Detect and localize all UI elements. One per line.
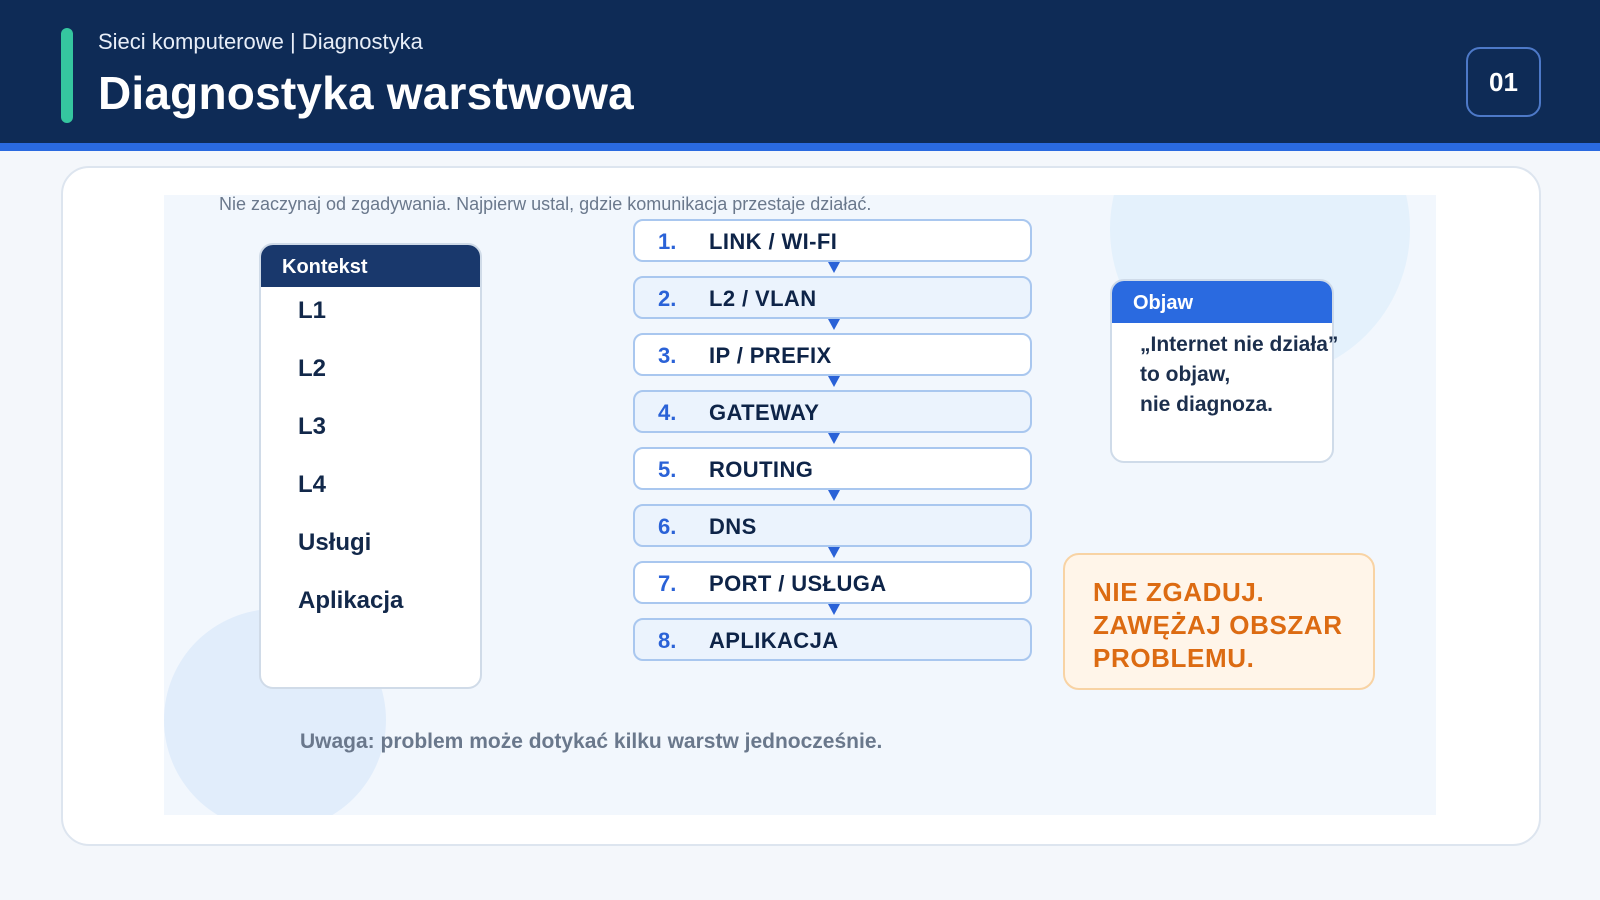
warning-line: NIE ZGADUJ.: [1093, 577, 1265, 607]
step-8: 8. APLIKACJA: [633, 618, 1032, 661]
step-1: 1. LINK / WI-FI: [633, 219, 1032, 262]
arrow-down-icon: [828, 262, 840, 273]
step-number: 5.: [658, 457, 677, 482]
step-label: GATEWAY: [709, 400, 820, 425]
step-number: 2.: [658, 286, 677, 311]
context-heading: Kontekst: [261, 245, 480, 287]
step-label: PORT / USŁUGA: [709, 571, 887, 596]
note-text: Uwaga: problem może dotykać kilku warstw…: [300, 730, 883, 753]
arrow-down-icon: [828, 319, 840, 330]
warning-callout: NIE ZGADUJ. ZAWĘŻAJ OBSZAR PROBLEMU.: [1063, 553, 1375, 690]
step-number: 3.: [658, 343, 677, 368]
intro-text: Nie zaczynaj od zgadywania. Najpierw ust…: [219, 195, 872, 214]
arrow-down-icon: [828, 376, 840, 387]
step-label: ROUTING: [709, 457, 814, 482]
step-label: LINK / WI-FI: [709, 229, 838, 254]
slide-canvas: Nie zaczynaj od zgadywania. Najpierw ust…: [164, 195, 1436, 815]
context-item: L2: [298, 355, 327, 382]
step-number: 4.: [658, 400, 677, 425]
context-item: L1: [298, 297, 327, 324]
arrow-down-icon: [828, 547, 840, 558]
warning-line: ZAWĘŻAJ OBSZAR: [1093, 610, 1343, 640]
step-label: DNS: [709, 514, 757, 539]
context-item: L4: [298, 471, 327, 498]
symptom-panel: Objaw „Internet nie działa” to objaw, ni…: [1110, 279, 1338, 463]
step-number: 1.: [658, 229, 677, 254]
header-stripe: [0, 143, 1600, 151]
breadcrumb: Sieci komputerowe | Diagnostyka: [98, 29, 423, 54]
accent-bar: [61, 28, 73, 123]
step-number: 7.: [658, 571, 677, 596]
step-2: 2. L2 / VLAN: [633, 276, 1032, 319]
arrow-down-icon: [828, 433, 840, 444]
step-label: APLIKACJA: [709, 628, 839, 653]
step-label: L2 / VLAN: [709, 286, 817, 311]
step-7: 7. PORT / USŁUGA: [633, 561, 1032, 604]
slide-number-badge: 01: [1466, 47, 1541, 117]
step-5: 5. ROUTING: [633, 447, 1032, 490]
symptom-line: „Internet nie działa”: [1140, 333, 1339, 356]
step-4: 4. GATEWAY: [633, 390, 1032, 433]
warning-line: PROBLEMU.: [1093, 643, 1255, 673]
step-number: 8.: [658, 628, 677, 653]
context-panel: Kontekst L1 L2 L3 L4 Usługi Aplikacja: [259, 243, 482, 689]
step-6: 6. DNS: [633, 504, 1032, 547]
context-item: Usługi: [298, 529, 372, 556]
symptom-line: to objaw,: [1140, 363, 1231, 386]
step-number: 6.: [658, 514, 677, 539]
step-label: IP / PREFIX: [709, 343, 832, 368]
context-item: Aplikacja: [298, 587, 404, 614]
symptom-line: nie diagnoza.: [1140, 393, 1274, 416]
arrow-down-icon: [828, 490, 840, 501]
arrow-down-icon: [828, 604, 840, 615]
symptom-heading: Objaw: [1112, 281, 1332, 323]
page-title: Diagnostyka warstwowa: [98, 67, 634, 119]
context-item: L3: [298, 413, 327, 440]
step-3: 3. IP / PREFIX: [633, 333, 1032, 376]
